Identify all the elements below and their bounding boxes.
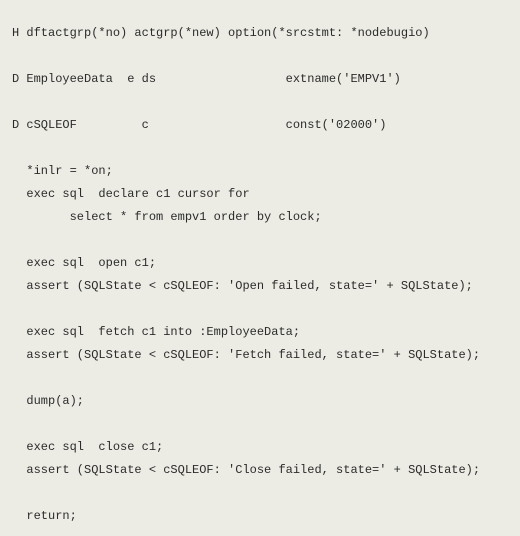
code-line: assert (SQLState < cSQLEOF: 'Close faile… xyxy=(12,463,480,477)
code-line: H dftactgrp(*no) actgrp(*new) option(*sr… xyxy=(12,26,430,40)
code-line: dump(a); xyxy=(12,394,84,408)
code-block: H dftactgrp(*no) actgrp(*new) option(*sr… xyxy=(0,12,520,536)
code-line: select * from empv1 order by clock; xyxy=(12,210,322,224)
code-line: *inlr = *on; xyxy=(12,164,113,178)
code-line: assert (SQLState < cSQLEOF: 'Open failed… xyxy=(12,279,473,293)
code-line: assert (SQLState < cSQLEOF: 'Fetch faile… xyxy=(12,348,480,362)
code-line: D EmployeeData e ds extname('EMPV1') xyxy=(12,72,401,86)
code-line: return; xyxy=(12,509,77,523)
code-line: exec sql close c1; xyxy=(12,440,163,454)
code-line: exec sql fetch c1 into :EmployeeData; xyxy=(12,325,300,339)
code-line: exec sql open c1; xyxy=(12,256,156,270)
code-line: exec sql declare c1 cursor for xyxy=(12,187,250,201)
code-line: D cSQLEOF c const('02000') xyxy=(12,118,386,132)
